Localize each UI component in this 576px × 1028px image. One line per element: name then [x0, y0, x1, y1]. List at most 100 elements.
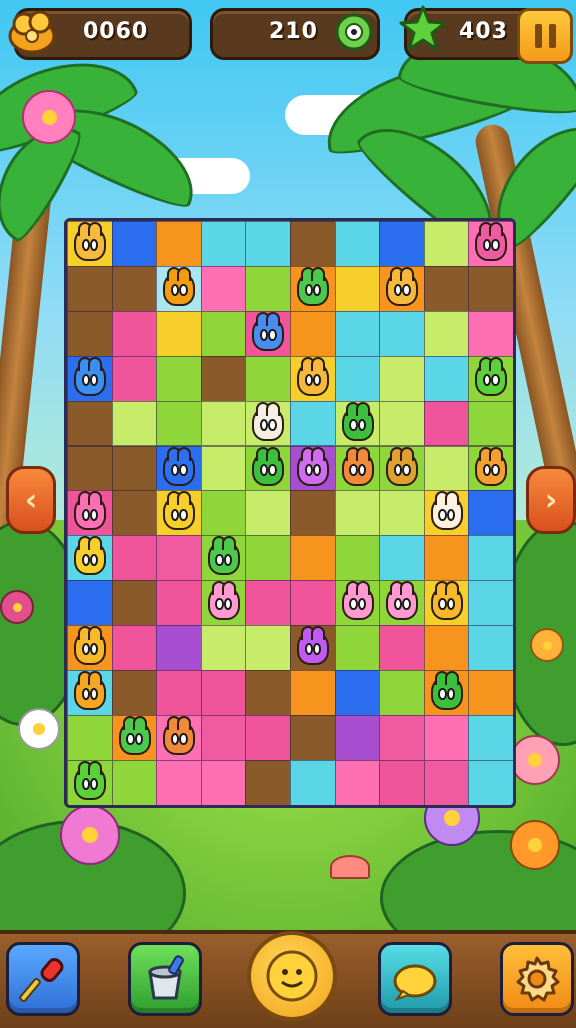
board-tile[interactable] [423, 759, 470, 805]
creature-piece[interactable] [386, 446, 419, 486]
board-tile[interactable] [468, 490, 513, 537]
board-tile[interactable] [468, 580, 513, 627]
board-tile[interactable] [111, 670, 158, 716]
board-tile[interactable] [200, 265, 247, 312]
board-tile[interactable] [379, 625, 425, 671]
board-tile[interactable] [111, 265, 158, 312]
board-tile[interactable] [200, 400, 247, 447]
previous-button[interactable]: ‹ [6, 466, 56, 534]
board-tile[interactable] [156, 310, 202, 357]
creature-piece[interactable] [475, 356, 508, 396]
board-tile[interactable] [67, 310, 113, 357]
board-tile[interactable] [468, 400, 513, 447]
board-tile[interactable] [67, 714, 113, 761]
lemon-tool-button[interactable] [378, 942, 452, 1016]
board-tile[interactable] [245, 221, 291, 267]
creature-piece[interactable] [163, 446, 196, 486]
board-tile[interactable] [200, 310, 247, 357]
board-tile[interactable] [245, 490, 291, 537]
puzzle-board[interactable] [64, 218, 516, 808]
board-tile[interactable] [156, 670, 202, 716]
bucket-tool-button[interactable] [128, 942, 202, 1016]
board-tile[interactable] [245, 625, 291, 671]
creature-piece[interactable] [430, 671, 463, 710]
board-tile[interactable] [334, 490, 381, 537]
board-tile[interactable] [245, 355, 291, 402]
board-tile[interactable] [111, 535, 158, 582]
next-button[interactable]: › [526, 466, 576, 534]
creature-piece[interactable] [163, 715, 196, 755]
board-tile[interactable] [379, 221, 425, 267]
board-tile[interactable] [334, 310, 381, 357]
board-tile[interactable] [200, 490, 247, 537]
creature-piece[interactable] [341, 446, 374, 486]
creature-piece[interactable] [297, 266, 329, 306]
creature-piece[interactable] [297, 626, 329, 666]
board-tile[interactable] [379, 400, 425, 447]
creature-piece[interactable] [163, 266, 196, 306]
board-tile[interactable] [200, 670, 247, 716]
board-tile[interactable] [334, 714, 381, 761]
creature-piece[interactable] [386, 266, 419, 306]
board-tile[interactable] [379, 535, 425, 582]
creature-piece[interactable] [297, 446, 329, 486]
board-tile[interactable] [379, 310, 425, 357]
board-tile[interactable] [156, 580, 202, 627]
board-tile[interactable] [379, 490, 425, 537]
board-tile[interactable] [379, 714, 425, 761]
board-tile[interactable] [156, 355, 202, 402]
board-tile[interactable] [290, 310, 336, 357]
creature-piece[interactable] [341, 401, 374, 441]
board-tile[interactable] [290, 535, 336, 582]
board-tile[interactable] [468, 625, 513, 671]
creature-piece[interactable] [475, 446, 508, 486]
board-tile[interactable] [468, 759, 513, 805]
board-tile[interactable] [200, 714, 247, 761]
creature-piece[interactable] [475, 222, 508, 261]
creature-piece[interactable] [163, 491, 196, 531]
creature-piece[interactable] [430, 581, 463, 621]
board-tile[interactable] [111, 221, 158, 267]
board-tile[interactable] [423, 310, 470, 357]
creature-piece[interactable] [207, 581, 240, 621]
board-tile[interactable] [200, 355, 247, 402]
board-tile[interactable] [290, 490, 336, 537]
board-tile[interactable] [290, 400, 336, 447]
creature-piece[interactable] [341, 581, 374, 621]
board-tile[interactable] [245, 759, 291, 805]
board-tile[interactable] [156, 759, 202, 805]
board-tile[interactable] [379, 670, 425, 716]
board-tile[interactable] [334, 221, 381, 267]
board-tile[interactable] [334, 535, 381, 582]
board-tile[interactable] [245, 670, 291, 716]
board-tile[interactable] [245, 580, 291, 627]
creature-piece[interactable] [74, 760, 106, 800]
board-tile[interactable] [423, 445, 470, 492]
creature-piece[interactable] [74, 671, 106, 710]
board-tile[interactable] [111, 310, 158, 357]
board-tile[interactable] [379, 355, 425, 402]
board-tile[interactable] [290, 714, 336, 761]
creature-piece[interactable] [74, 491, 106, 531]
board-tile[interactable] [423, 625, 470, 671]
board-tile[interactable] [67, 445, 113, 492]
creature-piece[interactable] [252, 311, 285, 351]
board-tile[interactable] [290, 221, 336, 267]
creature-piece[interactable] [74, 356, 106, 396]
creature-piece[interactable] [74, 222, 106, 261]
board-tile[interactable] [111, 490, 158, 537]
board-tile[interactable] [334, 355, 381, 402]
creature-piece[interactable] [207, 536, 240, 576]
creature-piece[interactable] [252, 446, 285, 486]
board-tile[interactable] [245, 714, 291, 761]
main-action-button[interactable] [247, 931, 337, 1021]
board-tile[interactable] [379, 759, 425, 805]
board-tile[interactable] [423, 714, 470, 761]
board-tile[interactable] [334, 625, 381, 671]
board-tile[interactable] [200, 759, 247, 805]
board-tile[interactable] [423, 221, 470, 267]
creature-piece[interactable] [386, 581, 419, 621]
board-tile[interactable] [111, 355, 158, 402]
creature-piece[interactable] [118, 715, 151, 755]
board-tile[interactable] [67, 265, 113, 312]
